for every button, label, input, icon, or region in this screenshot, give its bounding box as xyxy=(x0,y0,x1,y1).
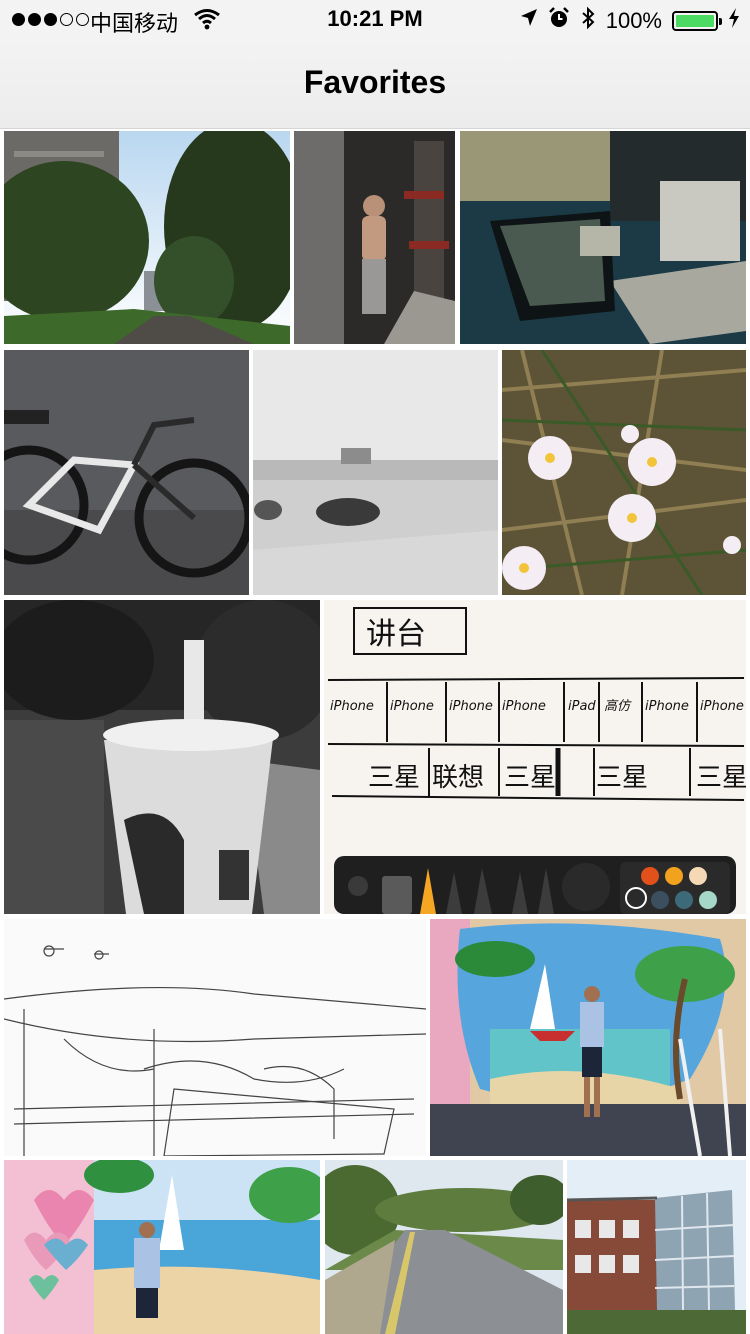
sketch-row1-label: iPad xyxy=(568,699,596,714)
status-bar: 中国移动 10:21 PM 100% xyxy=(0,0,750,40)
palette-color-swatch xyxy=(699,891,717,909)
sketch-row1-label: iPhone xyxy=(645,699,689,714)
photo-thumbnail-bicycle[interactable] xyxy=(4,350,249,595)
photo-thumbnail-glass-building[interactable] xyxy=(567,1160,746,1334)
photos-favorites-screen: 中国移动 10:21 PM 100% Favorites 讲台 iPhone i… xyxy=(0,0,750,1334)
photo-thumbnail-mural-photo-2[interactable] xyxy=(4,1160,320,1334)
sketch-row1-label: iPhone xyxy=(449,699,493,714)
photo-thumbnail-whiteboard-sketch[interactable]: 讲台 iPhone iPhone iPhone iPhone iPad 高仿 i… xyxy=(324,600,746,914)
sketch-row1-label: iPhone xyxy=(502,699,546,714)
photo-thumbnail-gym-selfie[interactable] xyxy=(294,131,455,344)
location-arrow-icon xyxy=(520,8,538,34)
photo-thumbnail-tree-road[interactable] xyxy=(4,131,290,344)
sketch-header-text: 讲台 xyxy=(366,617,426,652)
charging-bolt-icon xyxy=(728,7,740,35)
sketch-row1-label: iPhone xyxy=(390,699,434,714)
battery-percentage: 100% xyxy=(605,8,662,33)
battery-tip xyxy=(719,18,722,25)
photo-thumbnail-hazy-landscape[interactable] xyxy=(253,350,498,595)
photo-thumbnail-flowers[interactable] xyxy=(502,350,746,595)
photo-thumbnail-mural-photo[interactable] xyxy=(430,919,746,1156)
photo-thumbnail-drink-cup[interactable] xyxy=(4,600,320,914)
sketch-row1-label: iPhone xyxy=(700,699,744,714)
sketch-row2-label: 三星 xyxy=(368,763,420,793)
sketch-row2-label: 联想 xyxy=(432,763,484,793)
sketch-row2-label: 三星 xyxy=(596,763,648,793)
battery-icon xyxy=(672,11,722,31)
palette-color-swatch xyxy=(665,867,683,885)
page-title: Favorites xyxy=(303,64,447,100)
palette-color-swatch xyxy=(689,867,707,885)
palette-color-swatch xyxy=(675,891,693,909)
alarm-clock-icon xyxy=(548,7,570,35)
palette-color-swatch xyxy=(641,867,659,885)
sketch-row2-label: 三星 xyxy=(696,763,746,793)
bluetooth-icon xyxy=(580,6,596,36)
battery-level-fill xyxy=(676,15,714,27)
sketch-row1-label: 高仿 xyxy=(604,699,632,714)
photo-thumbnail-country-road[interactable] xyxy=(325,1160,563,1334)
photo-thumbnail-pc-laptop[interactable] xyxy=(460,131,746,344)
photo-thumbnail-pencil-sketch[interactable] xyxy=(4,919,426,1156)
palette-color-swatch xyxy=(651,891,669,909)
navigation-bar: Favorites xyxy=(0,40,750,129)
sketch-row2-label: 三星 xyxy=(504,763,556,793)
sketch-row1-label: iPhone xyxy=(330,699,374,714)
